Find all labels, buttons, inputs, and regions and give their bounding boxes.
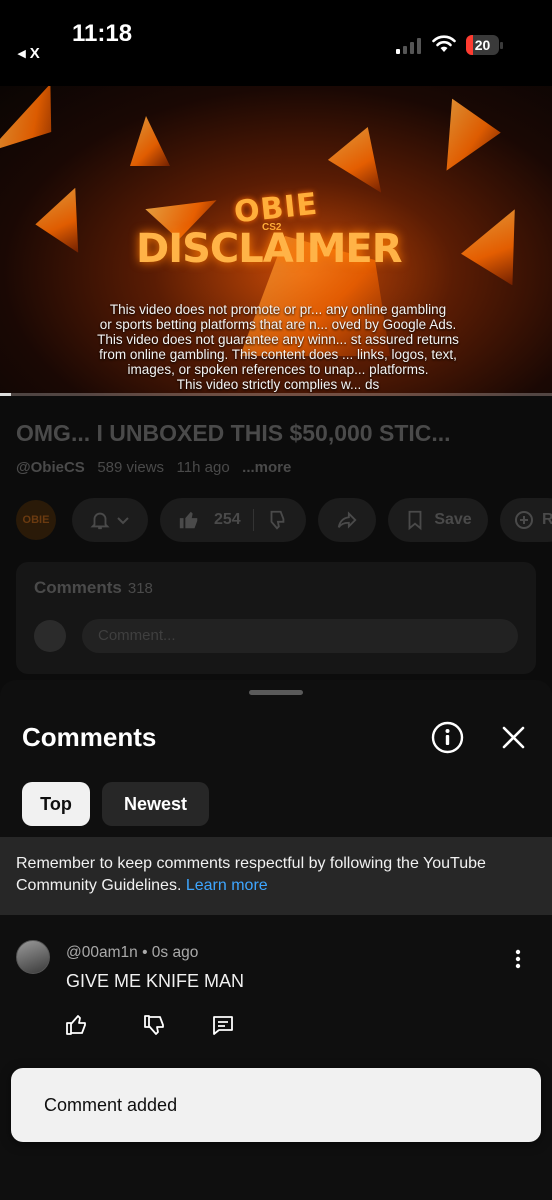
bell-icon (90, 512, 110, 530)
sheet-title: Comments (22, 722, 157, 752)
more-vert-icon[interactable] (508, 948, 528, 970)
flame-decoration (130, 116, 170, 166)
info-icon[interactable] (431, 721, 464, 754)
remix-icon (515, 511, 533, 529)
like-count: 254 (214, 511, 241, 528)
chevron-down-icon (117, 517, 129, 525)
video-title[interactable]: OMG... I UNBOXED THIS $50,000 STIC... (16, 420, 451, 447)
battery-indicator: 20 (466, 35, 503, 55)
comments-preview-label: Comments (34, 578, 122, 597)
wifi-icon (432, 35, 456, 52)
tab-top[interactable]: Top (22, 782, 90, 826)
video-player[interactable]: OBIE CS2 DISCLAIMER This video does not … (0, 86, 552, 396)
status-bar: 11:18 ◂ X 20 (0, 0, 552, 86)
back-to-app-link[interactable]: ◂ X (18, 44, 40, 62)
like-dislike-group: 254 (160, 498, 306, 542)
comment-preview-input[interactable]: Comment... (82, 619, 518, 653)
flame-decoration (0, 86, 73, 168)
like-icon[interactable] (178, 509, 200, 531)
clock: 11:18 (72, 20, 133, 47)
upload-age: 11h ago (176, 459, 230, 476)
comment-author[interactable]: @00am1n (66, 944, 138, 961)
flame-decoration (323, 119, 396, 192)
toast-comment-added: Comment added (11, 1068, 541, 1142)
learn-more-link[interactable]: Learn more (186, 877, 268, 894)
channel-handle[interactable]: @ObieCS (16, 459, 85, 476)
comment-time: 0s ago (151, 944, 199, 961)
reply-icon[interactable] (211, 1013, 235, 1037)
remix-button[interactable]: R (500, 498, 552, 542)
share-icon (337, 511, 357, 529)
comments-preview-count: 318 (127, 580, 153, 597)
like-divider (252, 509, 254, 531)
avatar[interactable] (16, 940, 50, 974)
save-button[interactable]: Save (388, 498, 488, 542)
video-disclaimer: This video does not promote or pr... any… (97, 302, 459, 392)
view-count: 589 views (97, 459, 165, 476)
close-icon[interactable] (500, 724, 527, 751)
remix-label: R (542, 511, 552, 528)
drag-handle[interactable] (249, 690, 303, 695)
flame-decoration (31, 179, 99, 252)
save-label: Save (434, 511, 472, 528)
cellular-signal-icon (396, 38, 421, 54)
tab-newest[interactable]: Newest (102, 782, 209, 826)
community-guidelines-notice: Remember to keep comments respectful by … (0, 837, 552, 915)
comment-meta: @00am1n • 0s ago (66, 944, 199, 961)
comment-text: GIVE ME KNIFE MAN (66, 971, 245, 991)
thumbs-up-icon[interactable] (64, 1013, 88, 1037)
battery-level: 20 (474, 37, 491, 53)
video-headline: DISCLAIMER (136, 226, 403, 272)
thumbs-down-icon[interactable] (142, 1013, 166, 1037)
video-meta[interactable]: @ObieCS 589 views 11h ago ...more (16, 459, 291, 476)
avatar (34, 620, 66, 652)
bookmark-icon (408, 510, 422, 531)
comments-preview[interactable]: Comments 318 Comment... (16, 562, 536, 674)
dislike-icon[interactable] (266, 509, 288, 531)
channel-avatar[interactable]: OBIE (16, 500, 56, 540)
subscribe-bell-button[interactable] (72, 498, 148, 542)
more-link[interactable]: ...more (242, 459, 291, 476)
flame-decoration (434, 91, 505, 170)
watch-page: OMG... I UNBOXED THIS $50,000 STIC... @O… (0, 396, 552, 696)
share-button[interactable] (318, 498, 376, 542)
flame-decoration (458, 197, 542, 286)
